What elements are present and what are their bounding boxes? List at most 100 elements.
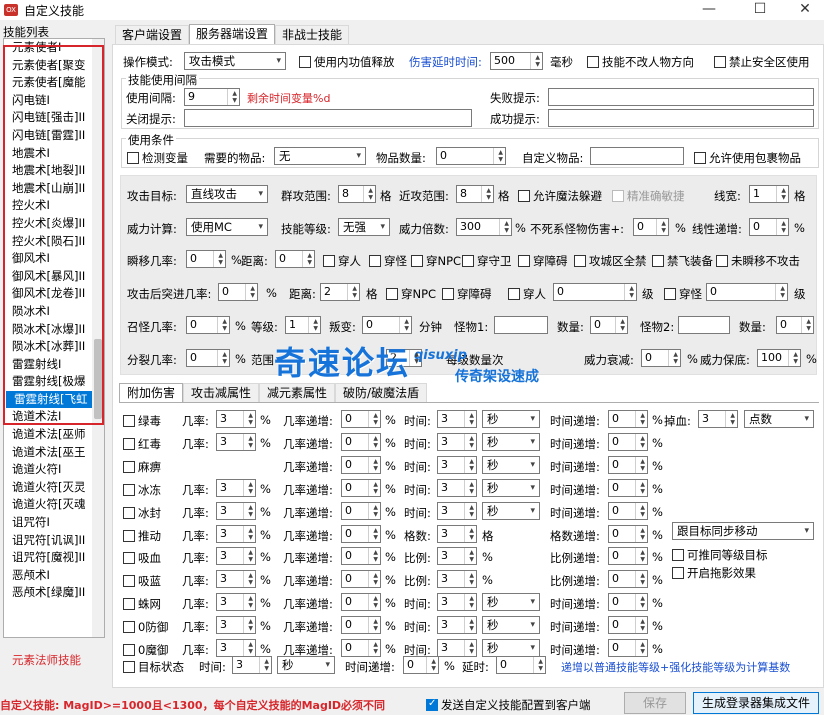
checkbox-box[interactable]	[518, 255, 530, 267]
checkbox-box[interactable]	[714, 56, 726, 68]
effect-rate-input[interactable]: 3 ▲ ▼	[216, 616, 256, 634]
pass-monster-checkbox[interactable]: 穿怪	[369, 253, 407, 269]
checkbox-box[interactable]	[426, 698, 438, 711]
mode-select[interactable]: 攻击模式 ▾	[184, 52, 286, 70]
effect-checkbox[interactable]: 蛛网	[123, 596, 161, 612]
checkbox-box[interactable]	[123, 644, 135, 656]
effect-rate-input[interactable]: 3 ▲ ▼	[216, 547, 256, 565]
effect-rate-inc-input[interactable]: 0 ▲ ▼	[341, 570, 381, 588]
effect-time-inc-input[interactable]: 0 ▲ ▼	[608, 456, 648, 474]
effect-checkbox[interactable]: 0防御	[123, 619, 168, 635]
effect-unit-select[interactable]: 秒 ▾	[482, 479, 540, 497]
close-tip-input[interactable]	[184, 109, 472, 127]
effect-rate-inc-input[interactable]: 0 ▲ ▼	[341, 456, 381, 474]
checkbox-box[interactable]	[123, 661, 135, 673]
checkbox-box[interactable]	[508, 288, 520, 300]
inner-power-checkbox[interactable]: 使用内功值释放	[299, 54, 395, 70]
rush-monster-level-input[interactable]: 0 ▲ ▼	[706, 283, 788, 301]
minimize-icon[interactable]: —	[686, 0, 732, 20]
follow-select[interactable]: 跟目标同步移动 ▾	[672, 522, 814, 540]
line-width-input[interactable]: 1 ▲ ▼	[749, 185, 789, 203]
effect-rate-input[interactable]: 3 ▲ ▼	[216, 479, 256, 497]
summon-level-input[interactable]: 1 ▲ ▼	[285, 316, 321, 334]
target-select[interactable]: 直线攻击 ▾	[186, 185, 268, 203]
tab-non-warrior[interactable]: 非战士技能	[275, 25, 350, 44]
status-inc-input[interactable]: 0 ▲ ▼	[403, 656, 439, 674]
checkbox-box[interactable]	[323, 255, 335, 267]
effect-rate-input[interactable]: 3 ▲ ▼	[216, 433, 256, 451]
checkbox-box[interactable]	[123, 621, 135, 633]
effect-time-inc-input[interactable]: 0 ▲ ▼	[608, 616, 648, 634]
effect-time-input[interactable]: 3 ▲ ▼	[437, 570, 477, 588]
rush-people-level-input[interactable]: 0 ▲ ▼	[553, 283, 637, 301]
blink-rate-input[interactable]: 0 ▲ ▼	[186, 250, 226, 268]
checkbox-box[interactable]	[716, 255, 728, 267]
skill-level-select[interactable]: 无强 ▾	[338, 218, 390, 236]
skill-list-item[interactable]: 诅咒符I	[4, 514, 104, 532]
near-range-input[interactable]: 8 ▲ ▼	[456, 185, 494, 203]
effect-rate-inc-input[interactable]: 0 ▲ ▼	[341, 547, 381, 565]
maximize-icon[interactable]: ☐	[737, 0, 783, 20]
monster1-input[interactable]	[494, 316, 548, 334]
skill-list-item[interactable]: 诅咒符[讥讽]II	[4, 532, 104, 550]
group-range-input[interactable]: 8 ▲ ▼	[338, 185, 376, 203]
tab-extra-damage[interactable]: 附加伤害	[119, 383, 184, 402]
tab-element-reduce[interactable]: 减元素属性	[259, 383, 336, 402]
effect-rate-inc-input[interactable]: 0 ▲ ▼	[341, 616, 381, 634]
effect-checkbox[interactable]: 推动	[123, 528, 161, 544]
checkbox-box[interactable]	[574, 255, 586, 267]
checkbox-box[interactable]	[694, 152, 706, 164]
checkbox-box[interactable]	[672, 549, 684, 561]
qty2-input[interactable]: 0 ▲ ▼	[776, 316, 814, 334]
rush-dist-input[interactable]: 2 ▲ ▼	[320, 283, 360, 301]
effect-checkbox[interactable]: 吸血	[123, 550, 161, 566]
no-fly-checkbox[interactable]: 禁飞装备	[652, 253, 713, 269]
effect-time-inc-input[interactable]: 0 ▲ ▼	[608, 502, 648, 520]
effect-rate-input[interactable]: 3 ▲ ▼	[216, 410, 256, 428]
rush-pass-obstacle-checkbox[interactable]: 穿障碍	[442, 286, 492, 302]
effect-unit-select[interactable]: 秒 ▾	[482, 456, 540, 474]
skill-list-item[interactable]: 诡道术法[巫师	[4, 426, 104, 444]
pass-npc-checkbox[interactable]: 穿NPC	[411, 253, 461, 269]
checkbox-box[interactable]	[123, 507, 135, 519]
effect-time-inc-input[interactable]: 0 ▲ ▼	[608, 410, 648, 428]
effect-unit-select[interactable]: 秒 ▾	[482, 639, 540, 657]
generate-button[interactable]: 生成登录器集成文件	[693, 692, 819, 714]
checkbox-box[interactable]	[672, 567, 684, 579]
effect-rate-input[interactable]: 3 ▲ ▼	[216, 570, 256, 588]
effect-time-input[interactable]: 3 ▲ ▼	[437, 502, 477, 520]
custom-item-input[interactable]	[590, 147, 684, 165]
effect-checkbox[interactable]: 麻痹	[123, 459, 161, 475]
checkbox-box[interactable]	[462, 255, 474, 267]
split-rate-input[interactable]: 0 ▲ ▼	[186, 349, 230, 367]
effect-time-input[interactable]: 3 ▲ ▼	[437, 433, 477, 451]
effect-time-input[interactable]: 3 ▲ ▼	[437, 456, 477, 474]
skill-list-item[interactable]: 诅咒符[魔视]II	[4, 549, 104, 567]
status-delay-input[interactable]: 0 ▲ ▼	[496, 656, 546, 674]
drag-effect-checkbox[interactable]: 开启拖影效果	[672, 565, 756, 581]
checkbox-box[interactable]	[127, 152, 139, 164]
checkbox-box[interactable]	[299, 56, 311, 68]
effect-time-input[interactable]: 3 ▲ ▼	[437, 593, 477, 611]
skill-list-item[interactable]: 诡道术法[巫王	[4, 444, 104, 462]
effect-time-inc-input[interactable]: 0 ▲ ▼	[608, 547, 648, 565]
no-blink-attack-checkbox[interactable]: 未瞬移不攻击	[716, 253, 800, 269]
skill-list-item[interactable]: 恶颅术I	[4, 567, 104, 585]
rush-pass-monster-checkbox[interactable]: 穿怪	[664, 286, 702, 302]
close-icon[interactable]: ✕	[782, 0, 824, 20]
effect-rate-inc-input[interactable]: 0 ▲ ▼	[341, 525, 381, 543]
checkbox-box[interactable]	[411, 255, 423, 267]
delay-input[interactable]: 500 ▲ ▼	[490, 52, 543, 70]
effect-rate-inc-input[interactable]: 0 ▲ ▼	[341, 433, 381, 451]
checkbox-box[interactable]	[369, 255, 381, 267]
power-mult-input[interactable]: 300 ▲ ▼	[456, 218, 512, 236]
checkbox-box[interactable]	[386, 288, 398, 300]
checkbox-box[interactable]	[123, 461, 135, 473]
allow-bag-checkbox[interactable]: 允许使用包裹物品	[694, 150, 801, 166]
effect-checkbox[interactable]: 冰冻	[123, 482, 161, 498]
effect-time-input[interactable]: 3 ▲ ▼	[437, 479, 477, 497]
monster2-input[interactable]	[678, 316, 730, 334]
rush-rate-input[interactable]: 0 ▲ ▼	[218, 283, 258, 301]
checkbox-box[interactable]	[587, 56, 599, 68]
effect-unit-select[interactable]: 秒 ▾	[482, 616, 540, 634]
